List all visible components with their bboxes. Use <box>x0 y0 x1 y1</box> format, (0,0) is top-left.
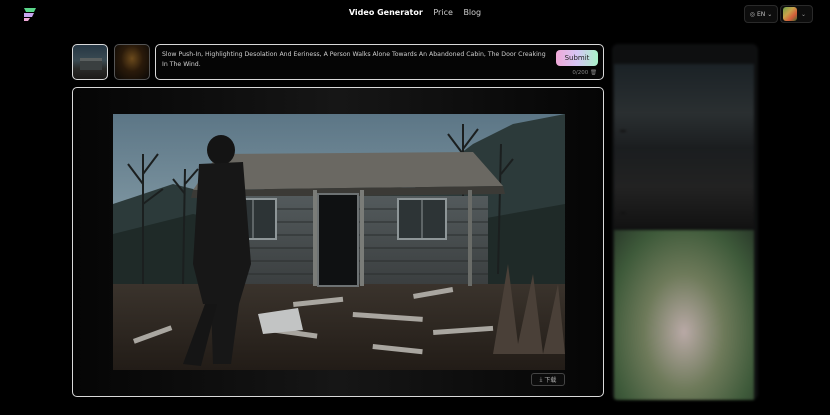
reference-thumbnail-doorway[interactable] <box>114 44 150 80</box>
download-icon: ⤓ <box>539 375 543 383</box>
avatar[interactable] <box>783 7 797 21</box>
video-preview-panel: ⤓ 下载 <box>72 87 604 397</box>
gallery-item[interactable] <box>614 146 754 228</box>
language-selector[interactable]: ◎ EN ⌄ <box>744 5 778 23</box>
submit-button[interactable]: Submit <box>556 50 598 66</box>
character-counter: 0/200 🗑 <box>572 70 597 76</box>
video-frame <box>113 114 565 370</box>
language-label: EN <box>756 10 766 18</box>
chevron-down-icon: ⌄ <box>801 10 807 18</box>
nav-video-generator[interactable]: Video Generator <box>349 8 423 17</box>
video-player[interactable] <box>113 114 565 370</box>
prompt-box[interactable]: Slow Push-In, Highlighting Desolation An… <box>155 44 604 80</box>
gallery-item-tag <box>620 212 626 214</box>
nav-price[interactable]: Price <box>433 8 453 17</box>
gallery-panel[interactable] <box>612 44 758 400</box>
trash-icon[interactable]: 🗑 <box>590 70 597 76</box>
gallery-item[interactable] <box>614 230 754 400</box>
main-nav: Video Generator Price Blog <box>0 8 830 17</box>
user-menu[interactable]: ⌄ <box>780 5 813 23</box>
globe-icon: ◎ <box>749 10 755 18</box>
download-button[interactable]: ⤓ 下载 <box>531 373 565 386</box>
prompt-textarea[interactable]: Slow Push-In, Highlighting Desolation An… <box>162 50 552 70</box>
nav-blog[interactable]: Blog <box>463 8 481 17</box>
gallery-item-tag <box>620 130 626 132</box>
reference-thumbnail-cabin[interactable] <box>72 44 108 80</box>
chevron-down-icon: ⌄ <box>767 10 773 18</box>
